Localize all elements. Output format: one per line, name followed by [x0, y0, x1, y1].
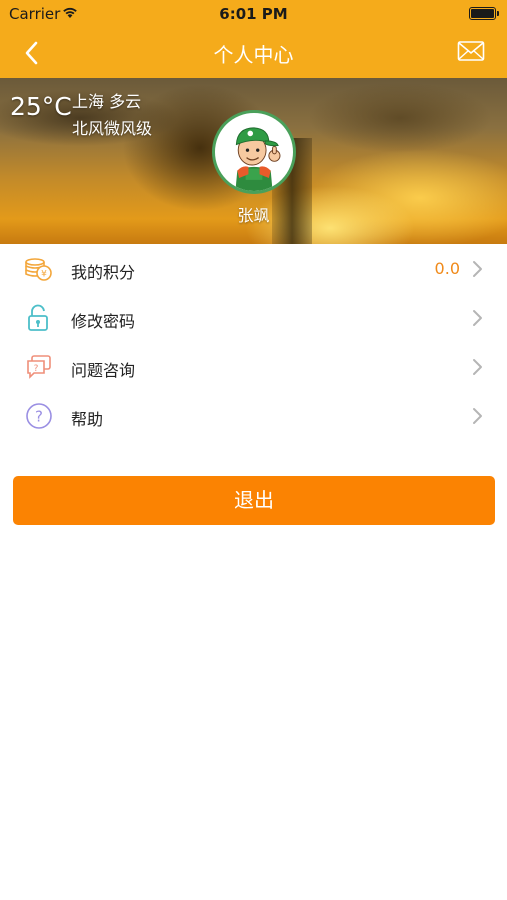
battery-icon — [469, 7, 499, 20]
menu-item-label: 我的积分 — [71, 263, 136, 282]
menu-item-help[interactable]: ? 帮助 — [0, 391, 507, 440]
weather-city-condition: 上海 多云 — [72, 92, 142, 111]
chevron-right-icon — [473, 408, 482, 424]
coins-icon: ¥ — [25, 258, 52, 281]
status-time: 6:01 PM — [219, 5, 288, 23]
avatar[interactable] — [212, 110, 296, 194]
help-circle-icon: ? — [26, 403, 52, 429]
menu-item-label: 问题咨询 — [71, 361, 136, 380]
chevron-right-icon — [473, 310, 482, 326]
weather-wind: 北风微风级 — [72, 119, 153, 138]
menu-item-label: 帮助 — [71, 410, 104, 429]
username: 张飒 — [237, 206, 270, 225]
page-title: 个人中心 — [213, 43, 294, 67]
menu-item-consult[interactable]: ? 问题咨询 — [0, 342, 507, 391]
menu-item-label: 修改密码 — [71, 312, 136, 331]
logout-button[interactable]: 退出 — [13, 476, 495, 525]
envelope-icon[interactable] — [457, 40, 485, 62]
svg-text:?: ? — [34, 364, 39, 374]
chevron-right-icon — [473, 261, 482, 277]
nav-bar: 个人中心 — [0, 28, 507, 78]
svg-text:¥: ¥ — [41, 270, 47, 280]
svg-text:?: ? — [35, 408, 43, 426]
chevron-right-icon — [473, 359, 482, 375]
points-value: 0.0 — [434, 259, 460, 278]
menu-item-change-password[interactable]: 修改密码 — [0, 293, 507, 342]
chat-question-icon: ? — [27, 355, 51, 379]
menu-list: ¥ 我的积分 0.0 修改密码 ? 问题咨询 ? 帮助 — [0, 244, 507, 440]
status-bar: Carrier 6:01 PM — [0, 0, 507, 28]
menu-item-points[interactable]: ¥ 我的积分 0.0 — [0, 244, 507, 293]
cartoon-worker-avatar-icon — [235, 127, 281, 191]
profile-banner: 25°C 上海 多云 北风微风级 张飒 — [0, 78, 507, 244]
unlock-icon — [28, 304, 48, 331]
weather-temperature: 25°C — [10, 92, 72, 121]
